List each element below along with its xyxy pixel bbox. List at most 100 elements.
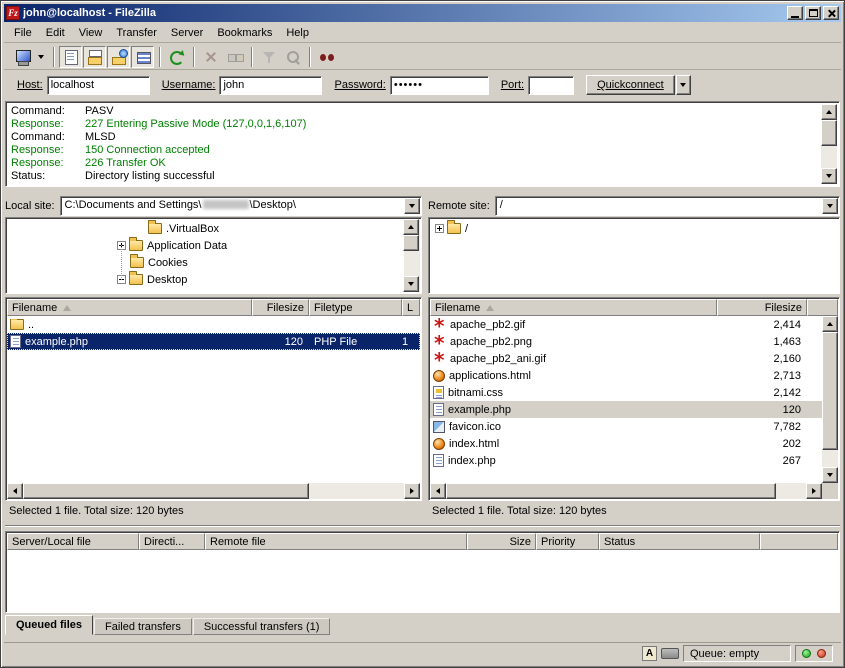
site-manager-button[interactable] [11, 46, 34, 68]
port-input[interactable] [528, 76, 574, 95]
column-header[interactable]: Filename [7, 299, 252, 316]
file-row[interactable]: apache_pb2_ani.gif2,160 [430, 350, 822, 367]
queue-status: Queue: empty [683, 645, 791, 662]
file-row[interactable]: example.php120PHP File1 [7, 333, 420, 350]
titlebar[interactable]: Fz john@localhost - FileZilla [4, 4, 841, 22]
host-input[interactable] [47, 76, 150, 95]
log-scrollbar[interactable] [821, 104, 837, 184]
menu-help[interactable]: Help [279, 24, 316, 42]
toggle-message-log-button[interactable] [59, 46, 82, 68]
username-input[interactable] [219, 76, 322, 95]
scroll-down-button[interactable] [403, 276, 419, 292]
column-header[interactable]: Size [467, 533, 536, 550]
column-header[interactable]: Filetype [309, 299, 402, 316]
toggle-transfer-queue-button[interactable] [131, 46, 154, 68]
file-row[interactable]: index.html202 [430, 435, 822, 452]
remote-vertical-scrollbar[interactable] [822, 316, 838, 483]
column-header[interactable]: Filesize [252, 299, 309, 316]
scrollbar-thumb[interactable] [821, 120, 837, 146]
scrollbar-thumb[interactable] [446, 483, 776, 499]
local-site-dropdown[interactable] [404, 198, 420, 214]
column-header[interactable]: Filesize [717, 299, 807, 316]
chevron-down-icon [409, 204, 415, 208]
toggle-local-tree-icon [87, 49, 103, 65]
file-row[interactable]: favicon.ico7,782 [430, 418, 822, 435]
file-name-cell: applications.html [430, 370, 717, 382]
column-header[interactable]: Priority [536, 533, 599, 550]
file-row[interactable]: example.php120 [430, 401, 822, 418]
column-header[interactable]: Status [599, 533, 760, 550]
tree-item[interactable]: / [429, 220, 839, 237]
tree-item[interactable]: Cookies [6, 254, 403, 271]
tree-item-label: .VirtualBox [166, 223, 219, 235]
local-path-suffix: \Desktop\ [250, 199, 296, 211]
log-line: Command:MLSD [11, 131, 817, 144]
remote-site-combo[interactable]: / [495, 196, 840, 216]
find-files-button[interactable] [315, 46, 338, 68]
file-row[interactable]: apache_pb2.png1,463 [430, 333, 822, 350]
tab-queued-files[interactable]: Queued files [5, 615, 93, 635]
file-row[interactable]: bitnami.css2,142 [430, 384, 822, 401]
tree-item[interactable]: Desktop [6, 271, 403, 288]
tab-failed-transfers[interactable]: Failed transfers [94, 618, 192, 635]
minimize-button[interactable] [787, 6, 803, 20]
remote-horizontal-scrollbar[interactable] [430, 483, 822, 499]
image-file-icon [433, 335, 446, 349]
site-manager-dropdown[interactable] [35, 46, 47, 68]
column-header[interactable]: Remote file [205, 533, 467, 550]
remote-site-dropdown[interactable] [822, 198, 838, 214]
scroll-right-button[interactable] [806, 483, 822, 499]
scroll-left-button[interactable] [7, 483, 23, 499]
column-header[interactable]: L [402, 299, 420, 316]
log-type: Response: [11, 157, 85, 170]
refresh-button[interactable] [165, 46, 188, 68]
menu-transfer[interactable]: Transfer [109, 24, 164, 42]
local-tree-scrollbar[interactable] [404, 219, 420, 292]
maximize-button[interactable] [805, 6, 821, 20]
scroll-up-button[interactable] [403, 219, 419, 235]
scroll-down-button[interactable] [821, 168, 837, 184]
menu-edit[interactable]: Edit [39, 24, 72, 42]
scroll-right-button[interactable] [404, 483, 420, 499]
quickconnect-dropdown[interactable] [676, 75, 691, 95]
column-header[interactable]: Filename [430, 299, 717, 316]
column-header[interactable]: Server/Local file [7, 533, 139, 550]
log-type: Command: [11, 131, 85, 144]
toggle-remote-tree-button[interactable] [107, 46, 130, 68]
local-horizontal-scrollbar[interactable] [7, 483, 420, 499]
local-site-combo[interactable]: C:\Documents and Settings\\Desktop\ [60, 196, 422, 216]
menu-bookmarks[interactable]: Bookmarks [210, 24, 279, 42]
file-row[interactable]: apache_pb2.gif2,414 [430, 316, 822, 333]
file-name: apache_pb2_ani.gif [450, 353, 546, 365]
file-row[interactable]: index.php267 [430, 452, 822, 469]
scrollbar-thumb[interactable] [23, 483, 309, 499]
tree-connector-line [121, 245, 122, 280]
scroll-up-button[interactable] [821, 104, 837, 120]
arrow-left-icon [436, 488, 440, 494]
tree-item[interactable]: .VirtualBox [6, 220, 403, 237]
menu-view[interactable]: View [72, 24, 110, 42]
expander-plus-icon[interactable] [435, 224, 444, 233]
password-input[interactable] [390, 76, 489, 95]
toggle-local-tree-button[interactable] [83, 46, 106, 68]
tab-successful-transfers-1[interactable]: Successful transfers (1) [193, 618, 331, 635]
log-message: 226 Transfer OK [85, 157, 166, 169]
scrollbar-thumb[interactable] [403, 235, 419, 251]
arrow-right-icon [410, 488, 414, 494]
file-row[interactable]: .. [7, 316, 420, 333]
menu-server[interactable]: Server [164, 24, 210, 42]
column-header[interactable]: Directi... [139, 533, 205, 550]
close-button[interactable] [823, 6, 839, 20]
scroll-up-button[interactable] [822, 316, 838, 332]
file-size: 7,782 [717, 421, 807, 433]
file-name: applications.html [449, 370, 531, 382]
file-row[interactable]: applications.html2,713 [430, 367, 822, 384]
scroll-down-button[interactable] [822, 467, 838, 483]
scroll-left-button[interactable] [430, 483, 446, 499]
scrollbar-thumb[interactable] [822, 332, 838, 450]
statusbar: A Queue: empty [4, 642, 841, 664]
menu-file[interactable]: File [7, 24, 39, 42]
chevron-down-icon [680, 83, 686, 87]
quickconnect-button[interactable]: Quickconnect [586, 75, 675, 95]
tree-item[interactable]: Application Data [6, 237, 403, 254]
